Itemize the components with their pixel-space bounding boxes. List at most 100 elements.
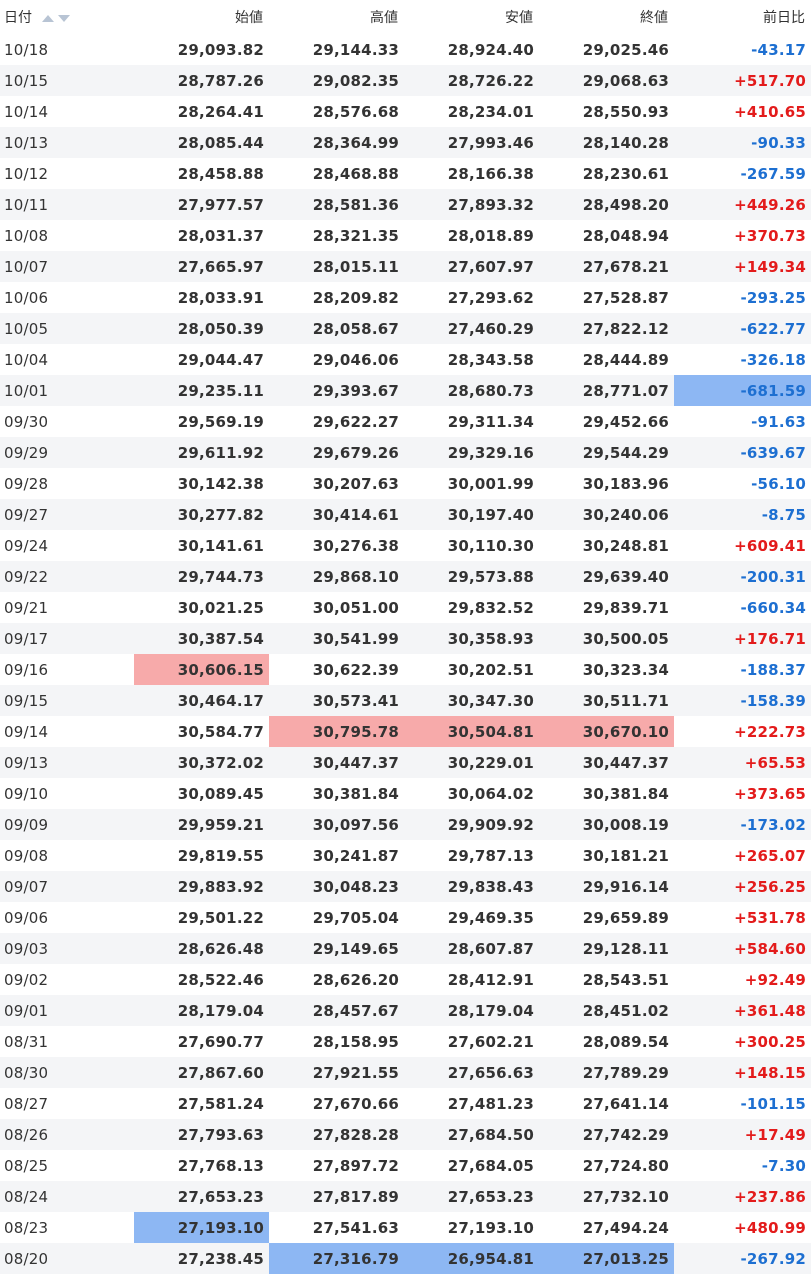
cell-change: +256.25 [734, 877, 806, 896]
cell-change: +222.73 [734, 722, 806, 741]
cell-high: 29,868.10 [312, 567, 399, 586]
cell-date: 10/08 [4, 226, 49, 245]
cell-open: 30,089.45 [177, 784, 264, 803]
cell-high: 28,321.35 [312, 226, 399, 245]
table-row: 09/06 29,501.22 29,705.04 29,469.35 29,659.8… [0, 902, 811, 933]
column-header-label: 日付 [4, 10, 32, 26]
cell-change: -43.17 [751, 40, 806, 59]
cell-date: 09/27 [4, 505, 49, 524]
cell-close: 29,916.14 [582, 877, 669, 896]
cell-date: 10/07 [4, 257, 49, 276]
sort-descending-icon[interactable] [58, 15, 71, 22]
cell-high: 28,626.20 [312, 970, 399, 989]
column-header-date[interactable]: 日付 [0, 0, 134, 34]
cell-date: 10/18 [4, 40, 49, 59]
cell-low: 27,993.46 [447, 133, 534, 152]
cell-high: 29,046.06 [312, 350, 399, 369]
cell-close: 27,528.87 [582, 288, 669, 307]
cell-date: 09/10 [4, 784, 49, 803]
cell-open: 29,093.82 [177, 40, 264, 59]
cell-low: 27,293.62 [447, 288, 534, 307]
cell-low: 30,202.51 [447, 660, 534, 679]
table-row: 10/14 28,264.41 28,576.68 28,234.01 28,550.9… [0, 96, 811, 127]
cell-change: +517.70 [734, 71, 806, 90]
cell-close: 30,183.96 [582, 474, 669, 493]
cell-open: 28,031.37 [177, 226, 264, 245]
cell-low: 28,680.73 [447, 381, 534, 400]
cell-date: 10/15 [4, 71, 49, 90]
sort-control[interactable] [42, 10, 71, 26]
sort-ascending-icon[interactable] [42, 15, 55, 22]
cell-low: 27,460.29 [447, 319, 534, 338]
cell-high: 30,048.23 [312, 877, 399, 896]
cell-low: 27,481.23 [447, 1094, 534, 1113]
cell-close: 27,742.29 [582, 1125, 669, 1144]
cell-close: 27,678.21 [582, 257, 669, 276]
table-row: 09/09 29,959.21 30,097.56 29,909.92 30,008.1… [0, 809, 811, 840]
cell-low: 29,573.88 [447, 567, 534, 586]
cell-date: 09/24 [4, 536, 49, 555]
cell-close: 29,839.71 [582, 598, 669, 617]
cell-date: 10/04 [4, 350, 49, 369]
cell-high: 28,015.11 [312, 257, 399, 276]
cell-close: 27,641.14 [582, 1094, 669, 1113]
table-row: 09/02 28,522.46 28,626.20 28,412.91 28,543.5… [0, 964, 811, 995]
cell-open: 29,744.73 [177, 567, 264, 586]
cell-open: 28,033.91 [177, 288, 264, 307]
cell-open: 28,458.88 [177, 164, 264, 183]
column-header-close: 終値 [539, 0, 674, 34]
cell-low: 27,684.50 [447, 1125, 534, 1144]
cell-close: 29,452.66 [582, 412, 669, 431]
cell-high: 30,622.39 [312, 660, 399, 679]
cell-close: 30,381.84 [582, 784, 669, 803]
cell-change: -681.59 [674, 375, 811, 406]
cell-change: -158.39 [740, 691, 806, 710]
table-row: 09/07 29,883.92 30,048.23 29,838.43 29,916.1… [0, 871, 811, 902]
cell-change: +176.71 [734, 629, 806, 648]
cell-change: +148.15 [734, 1063, 806, 1082]
cell-open: 29,611.92 [177, 443, 264, 462]
table-row: 09/21 30,021.25 30,051.00 29,832.52 29,839.7… [0, 592, 811, 623]
cell-open: 30,584.77 [177, 722, 264, 741]
table-row: 08/30 27,867.60 27,921.55 27,656.63 27,789.2… [0, 1057, 811, 1088]
cell-date: 09/02 [4, 970, 49, 989]
cell-open: 30,021.25 [177, 598, 264, 617]
cell-change: +92.49 [744, 970, 806, 989]
table-row: 10/18 29,093.82 29,144.33 28,924.40 29,025.4… [0, 34, 811, 65]
table-row: 09/14 30,584.77 30,795.78 30,504.81 30,670.1… [0, 716, 811, 747]
cell-high: 30,207.63 [312, 474, 399, 493]
cell-high: 29,622.27 [312, 412, 399, 431]
column-header-high: 高値 [269, 0, 404, 34]
cell-date: 10/14 [4, 102, 49, 121]
cell-low: 28,607.87 [447, 939, 534, 958]
cell-change: +265.07 [734, 846, 806, 865]
cell-close: 30,181.21 [582, 846, 669, 865]
cell-close: 30,323.34 [582, 660, 669, 679]
cell-high: 29,679.26 [312, 443, 399, 462]
cell-date: 09/22 [4, 567, 49, 586]
cell-change: -660.34 [740, 598, 806, 617]
cell-change: +361.48 [734, 1001, 806, 1020]
cell-close: 28,498.20 [582, 195, 669, 214]
cell-change: +584.60 [734, 939, 806, 958]
cell-date: 09/16 [4, 660, 49, 679]
cell-high: 27,817.89 [312, 1187, 399, 1206]
cell-close: 28,089.54 [582, 1032, 669, 1051]
cell-change: +149.34 [734, 257, 806, 276]
cell-high: 30,541.99 [312, 629, 399, 648]
table-row: 09/15 30,464.17 30,573.41 30,347.30 30,511.7… [0, 685, 811, 716]
cell-open: 27,581.24 [177, 1094, 264, 1113]
cell-open: 30,464.17 [177, 691, 264, 710]
cell-low: 29,838.43 [447, 877, 534, 896]
cell-open: 28,522.46 [177, 970, 264, 989]
cell-change: -267.59 [740, 164, 806, 183]
table-row: 10/15 28,787.26 29,082.35 28,726.22 29,068.6… [0, 65, 811, 96]
cell-change: -7.30 [761, 1156, 806, 1175]
cell-low: 29,787.13 [447, 846, 534, 865]
table-row: 09/30 29,569.19 29,622.27 29,311.34 29,452.6… [0, 406, 811, 437]
cell-high: 30,573.41 [312, 691, 399, 710]
cell-close: 28,771.07 [582, 381, 669, 400]
cell-date: 08/23 [4, 1218, 49, 1237]
cell-change: -622.77 [740, 319, 806, 338]
cell-change: +17.49 [744, 1125, 806, 1144]
